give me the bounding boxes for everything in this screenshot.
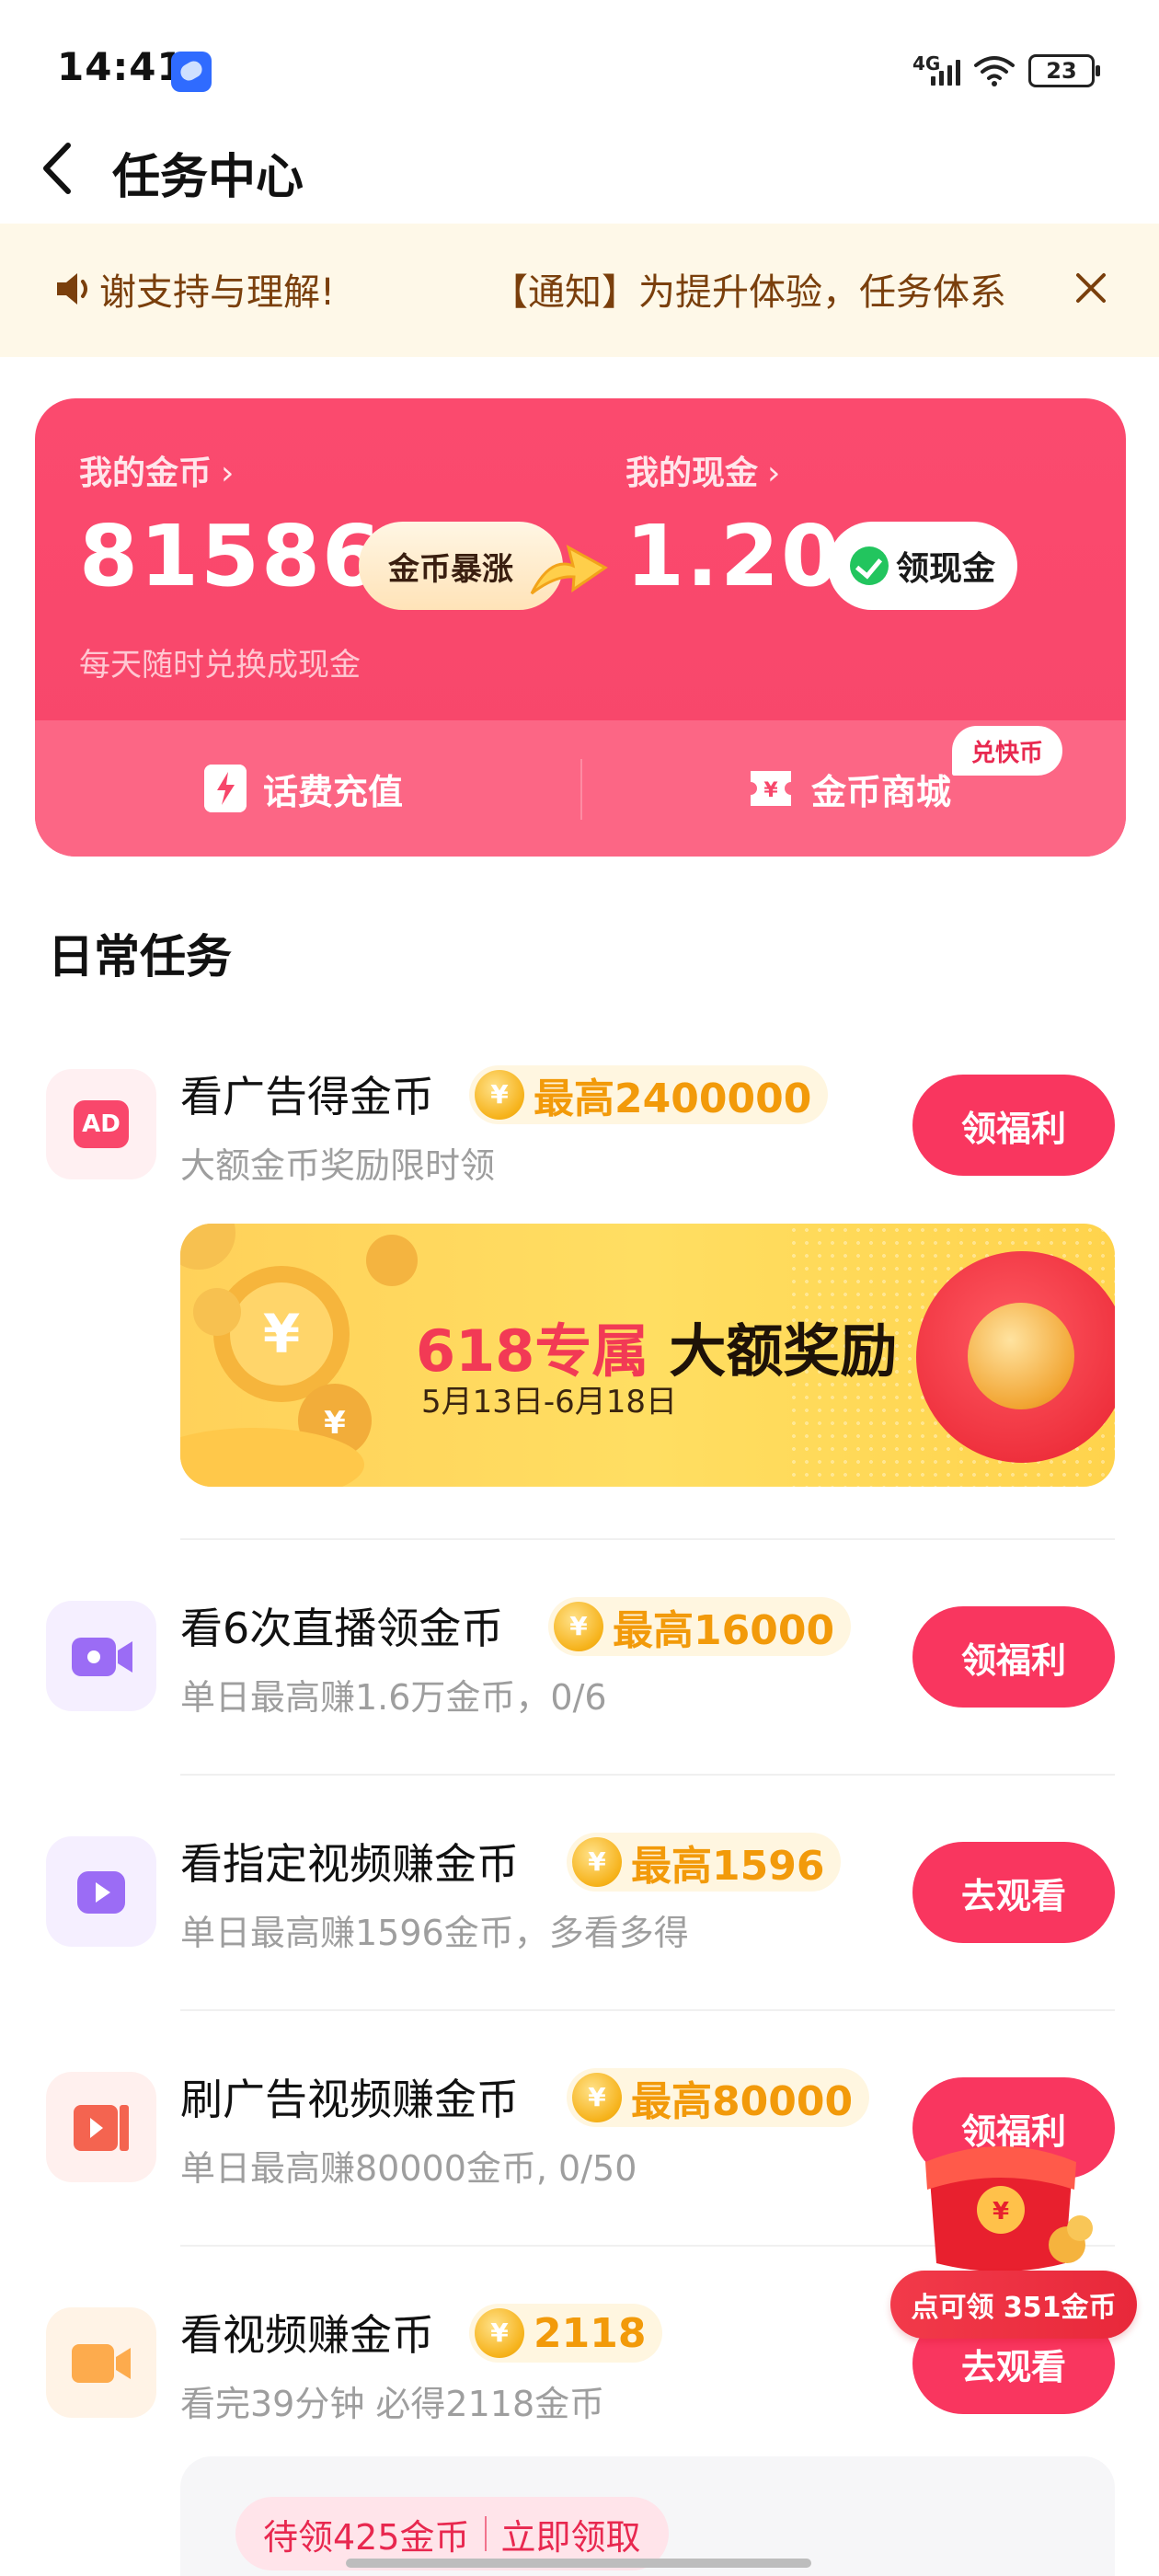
task-title: 刷广告视频赚金币 (180, 2075, 519, 2124)
treasure-chest-icon: ¥ (925, 2146, 1093, 2271)
battery-level: 23 (1046, 58, 1077, 84)
shortcut-divider (580, 759, 582, 820)
coupon-icon: ¥ (751, 771, 791, 806)
notice-bar[interactable]: 谢支持与理解! 【通知】为提升体验，任务体系 (0, 224, 1159, 357)
status-indicators: 4G 23 (912, 48, 1100, 94)
notice-text: 谢支持与理解! 【通知】为提升体验，任务体系 (99, 262, 1074, 316)
daily-tasks-title: 日常任务 (48, 930, 232, 983)
banner-title-highlight: 618专属 (416, 1317, 649, 1385)
gold-coin-icon (475, 2308, 524, 2358)
coin-mall-label: 金币商城 (811, 771, 952, 812)
banner-title: 618专属 大额奖励 (416, 1305, 897, 1387)
task-title: 看6次直播领金币 (180, 1604, 504, 1653)
task-subtitle: 单日最高赚80000金币, 0/50 (180, 2148, 637, 2189)
watch-button[interactable]: 去观看 (912, 1842, 1115, 1943)
svg-text:¥: ¥ (263, 1303, 300, 1365)
pending-coins-label: 待领425金币 (263, 2516, 470, 2558)
gold-coin-icon (554, 1602, 603, 1651)
claim-benefit-button[interactable]: 领福利 (912, 1075, 1115, 1176)
reward-amount: 最高1596 (631, 1843, 825, 1890)
exchange-hint: 每天随时兑换成现金 (79, 647, 361, 684)
claim-benefit-button[interactable]: 领福利 (912, 1606, 1115, 1708)
reward-badge: 最高80000 (567, 2068, 870, 2127)
video-camera-icon (46, 2307, 156, 2418)
reward-amount: 最高2400000 (534, 1075, 812, 1122)
task-title: 看指定视频赚金币 (180, 1839, 519, 1889)
task-title: 看视频赚金币 (180, 2310, 434, 2360)
red-coin-circle-icon (916, 1251, 1115, 1463)
task-center-page: 14:41 4G 23 任务中心 谢支持与理解! 【通知】为提升体验，任务体系 … (0, 0, 1159, 2576)
reward-amount: 最高80000 (631, 2078, 854, 2125)
promo-banner-618[interactable]: ¥ ¥ 618专属 大额奖励 5月13日-6月18日 (180, 1224, 1115, 1487)
lightning-icon (204, 765, 247, 812)
coin-mall-button[interactable]: ¥ 金币商城 (747, 759, 951, 818)
reward-badge: 最高1596 (567, 1833, 842, 1892)
row-divider (180, 1538, 1115, 1540)
rising-arrow-icon (530, 545, 608, 595)
phone-recharge-button[interactable]: 话费充值 (204, 759, 403, 818)
task-title: 看广告得金币 (180, 1072, 434, 1121)
battery-icon: 23 (1028, 54, 1100, 87)
reward-badge: 2118 (469, 2304, 663, 2363)
cash-balance: 1.20 (625, 507, 842, 605)
wallet-card: 我的金币 › 81586 金币暴涨 我的现金 › 1.20 领现金 每天随时兑换成现… (35, 398, 1126, 857)
reward-badge: 最高16000 (548, 1597, 852, 1656)
notice-text-head: 【通知】为提升体验，任务体系 (491, 271, 1007, 314)
reward-amount: 2118 (534, 2309, 647, 2357)
red-pack-label: 点可领 351金币 (890, 2271, 1137, 2339)
reward-amount: 最高16000 (613, 1607, 835, 1654)
my-cash-link[interactable]: 我的现金 › (625, 446, 780, 494)
back-arrow-icon[interactable] (35, 136, 81, 201)
banner-title-main: 大额奖励 (669, 1317, 898, 1385)
page-title: 任务中心 (112, 150, 304, 205)
coin-surge-label: 金币暴涨 (388, 550, 513, 588)
gold-coin-icon (572, 1837, 622, 1887)
row-divider (180, 2009, 1115, 2011)
chevron-right-icon: › (767, 454, 781, 492)
phone-recharge-label: 话费充值 (263, 771, 404, 812)
wifi-icon (974, 56, 1015, 86)
floating-red-pack[interactable]: ¥ 点可领 351金币 (890, 2125, 1139, 2353)
wechat-pay-icon (850, 546, 889, 585)
gold-coin-icon (475, 1070, 524, 1120)
reward-badge: 最高2400000 (469, 1065, 829, 1124)
gold-coin-icon (572, 2073, 622, 2122)
exchange-badge: 兑快币 (949, 723, 1065, 778)
my-coins-label: 我的金币 (79, 454, 212, 492)
task-subtitle: 单日最高赚1.6万金币，0/6 (180, 1677, 607, 1718)
live-camera-icon (46, 1601, 156, 1711)
svg-text:¥: ¥ (993, 2198, 1009, 2225)
my-coins-link[interactable]: 我的金币 › (79, 446, 234, 494)
banner-date: 5月13日-6月18日 (421, 1384, 678, 1420)
speaker-icon (57, 273, 87, 305)
task-subtitle: 单日最高赚1596金币，多看多得 (180, 1913, 689, 1953)
claim-cash-button[interactable]: 领现金 (828, 522, 1017, 610)
play-icon (46, 1836, 156, 1947)
task-subtitle: 大额金币奖励限时领 (180, 1145, 496, 1186)
svg-text:¥: ¥ (324, 1405, 346, 1442)
claim-separator (484, 2516, 487, 2551)
status-bar: 14:41 4G 23 (0, 0, 1159, 138)
notice-text-tail: 谢支持与理解! (99, 271, 336, 314)
status-time: 14:41 (57, 44, 185, 89)
svg-text:¥: ¥ (763, 779, 778, 802)
coins-balance: 81586 (79, 507, 384, 605)
close-icon[interactable] (1071, 268, 1111, 308)
home-indicator[interactable] (346, 2559, 811, 2568)
my-cash-label: 我的现金 (625, 454, 759, 492)
app-notification-icon (171, 52, 212, 92)
claim-cash-label: 领现金 (896, 550, 996, 588)
cellular-signal-icon: 4G (912, 52, 960, 89)
claim-now-label: 立即领取 (500, 2516, 641, 2558)
video-ad-icon (46, 2072, 156, 2182)
chevron-right-icon: › (221, 454, 235, 492)
row-divider (180, 1774, 1115, 1776)
coin-pile-icon: ¥ ¥ (180, 1224, 418, 1487)
task-subtitle: 看完39分钟 必得2118金币 (180, 2384, 605, 2424)
ad-icon: AD (46, 1069, 156, 1179)
